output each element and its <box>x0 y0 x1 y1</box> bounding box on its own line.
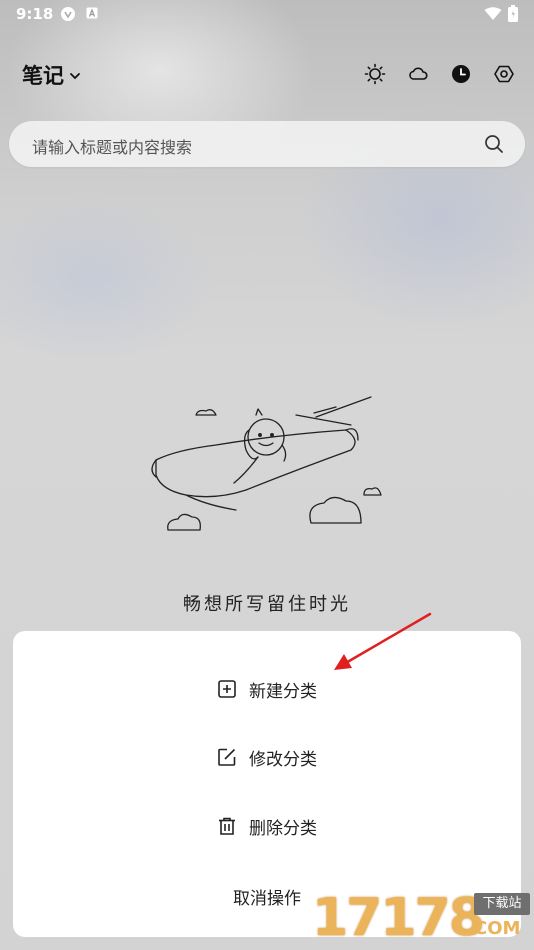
new-category-button[interactable]: 新建分类 <box>13 669 521 709</box>
settings-icon[interactable] <box>493 63 515 85</box>
chevron-down-icon <box>70 73 80 80</box>
status-bar: 9:18 <box>0 0 534 28</box>
watermark-tag: 下载站 <box>474 893 530 915</box>
wifi-icon <box>484 7 502 20</box>
search-placeholder: 请输入标题或内容搜索 <box>32 138 193 157</box>
app-notification-icon <box>61 7 75 21</box>
clock-icon[interactable] <box>450 63 472 85</box>
app-a-icon <box>86 7 98 19</box>
search-bar[interactable]: 请输入标题或内容搜索 <box>9 121 525 167</box>
watermark-number: 17178 <box>312 888 485 948</box>
cancel-label: 取消操作 <box>233 888 301 909</box>
watermark-suffix: COM <box>474 918 521 939</box>
page-title: 笔记 <box>22 64 64 88</box>
delete-category-button[interactable]: 删除分类 <box>13 806 521 846</box>
delete-category-label: 删除分类 <box>249 818 317 839</box>
battery-icon <box>508 5 518 22</box>
cloud-sync-icon[interactable] <box>407 63 429 85</box>
edit-category-button[interactable]: 修改分类 <box>13 737 521 777</box>
new-category-label: 新建分类 <box>249 681 317 702</box>
edit-icon <box>218 748 236 766</box>
status-time: 9:18 <box>16 5 54 23</box>
empty-state-illustration <box>151 396 382 531</box>
app-header: 笔记 <box>0 52 534 96</box>
trash-icon <box>219 817 235 835</box>
annotation-arrow-icon <box>334 612 432 670</box>
empty-state-slogan: 畅想所写留住时光 <box>183 594 351 615</box>
category-selector[interactable]: 笔记 <box>22 60 81 90</box>
search-icon[interactable] <box>483 133 505 155</box>
theme-brightness-icon[interactable] <box>364 63 386 85</box>
edit-category-label: 修改分类 <box>249 749 317 770</box>
plus-square-icon <box>218 680 236 698</box>
